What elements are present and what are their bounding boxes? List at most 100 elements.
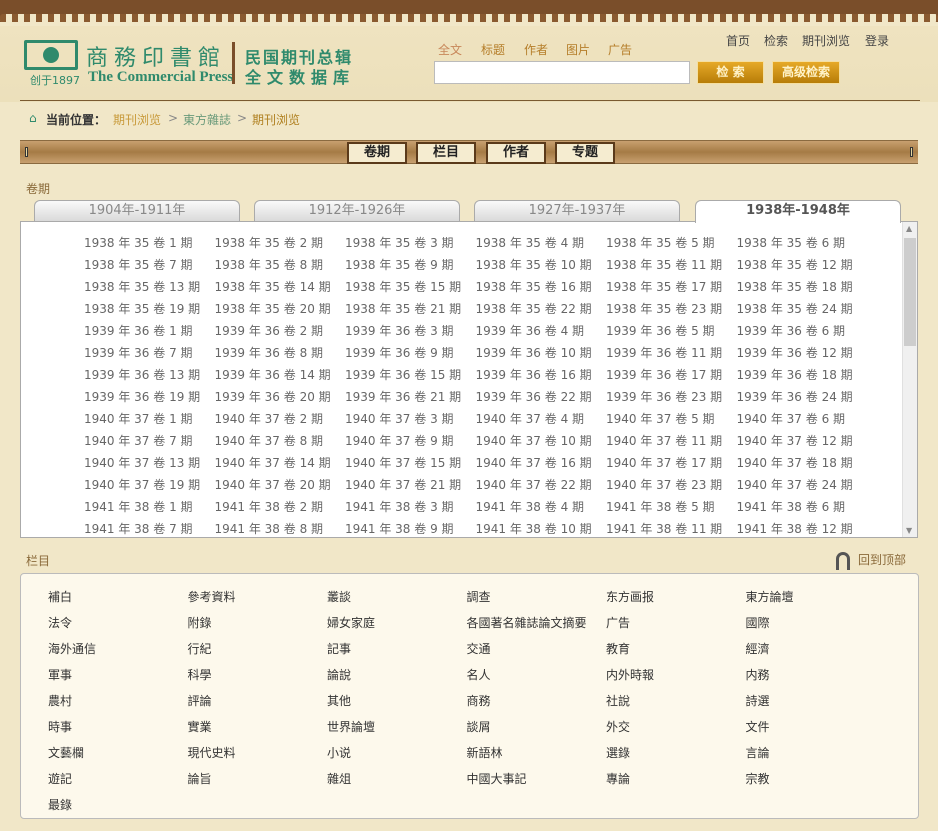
issue-link[interactable]: 1939 年 36 卷 22 期 <box>476 388 607 410</box>
column-link[interactable]: 補白 <box>48 588 188 614</box>
issue-link[interactable]: 1941 年 38 卷 6 期 <box>737 498 868 520</box>
column-link[interactable]: 文件 <box>746 718 886 744</box>
column-link[interactable]: 論說 <box>327 666 467 692</box>
issue-link[interactable]: 1938 年 35 卷 8 期 <box>215 256 346 278</box>
issue-link[interactable]: 1939 年 36 卷 24 期 <box>737 388 868 410</box>
issue-link[interactable]: 1941 年 38 卷 3 期 <box>345 498 476 520</box>
column-link[interactable]: 遊記 <box>48 770 188 796</box>
issue-link[interactable]: 1939 年 36 卷 4 期 <box>476 322 607 344</box>
issue-link[interactable]: 1938 年 35 卷 22 期 <box>476 300 607 322</box>
column-link[interactable]: 广告 <box>606 614 746 640</box>
issue-link[interactable]: 1940 年 37 卷 14 期 <box>215 454 346 476</box>
issue-link[interactable]: 1940 年 37 卷 16 期 <box>476 454 607 476</box>
column-link[interactable]: 行紀 <box>188 640 328 666</box>
issue-link[interactable]: 1939 年 36 卷 8 期 <box>215 344 346 366</box>
issue-link[interactable]: 1939 年 36 卷 1 期 <box>84 322 215 344</box>
column-link[interactable]: 專論 <box>606 770 746 796</box>
issue-link[interactable]: 1939 年 36 卷 3 期 <box>345 322 476 344</box>
column-link[interactable]: 世界論壇 <box>327 718 467 744</box>
issue-link[interactable]: 1938 年 35 卷 23 期 <box>606 300 737 322</box>
column-link[interactable]: 最錄 <box>48 796 188 822</box>
issue-link[interactable]: 1940 年 37 卷 20 期 <box>215 476 346 498</box>
issue-link[interactable]: 1941 年 38 卷 10 期 <box>476 520 607 537</box>
issue-link[interactable]: 1939 年 36 卷 7 期 <box>84 344 215 366</box>
column-link[interactable]: 小说 <box>327 744 467 770</box>
tab-volume[interactable]: 卷期 <box>347 142 407 164</box>
issue-link[interactable]: 1940 年 37 卷 12 期 <box>737 432 868 454</box>
column-link[interactable]: 名人 <box>467 666 607 692</box>
column-link[interactable]: 經濟 <box>746 640 886 666</box>
issue-link[interactable]: 1938 年 35 卷 1 期 <box>84 234 215 256</box>
column-link[interactable]: 東方論壇 <box>746 588 886 614</box>
scroll-down-icon[interactable]: ▼ <box>906 526 912 535</box>
column-link[interactable]: 言論 <box>746 744 886 770</box>
nav-home[interactable]: 首页 <box>726 32 750 49</box>
column-link[interactable]: 交通 <box>467 640 607 666</box>
column-link[interactable]: 現代史料 <box>188 744 328 770</box>
tab-topic[interactable]: 专题 <box>555 142 615 164</box>
column-link[interactable]: 參考資料 <box>188 588 328 614</box>
issue-link[interactable]: 1941 年 38 卷 1 期 <box>84 498 215 520</box>
issue-link[interactable]: 1940 年 37 卷 7 期 <box>84 432 215 454</box>
issue-link[interactable]: 1940 年 37 卷 11 期 <box>606 432 737 454</box>
column-link[interactable]: 國際 <box>746 614 886 640</box>
issue-link[interactable]: 1938 年 35 卷 3 期 <box>345 234 476 256</box>
issue-link[interactable]: 1940 年 37 卷 1 期 <box>84 410 215 432</box>
scrollbar[interactable]: ▲ ▼ <box>902 222 917 537</box>
issue-link[interactable]: 1940 年 37 卷 23 期 <box>606 476 737 498</box>
advanced-search-button[interactable]: 高级检索 <box>772 61 840 84</box>
search-type-title[interactable]: 标题 <box>481 41 505 58</box>
issue-link[interactable]: 1938 年 35 卷 16 期 <box>476 278 607 300</box>
issue-link[interactable]: 1938 年 35 卷 21 期 <box>345 300 476 322</box>
issue-link[interactable]: 1938 年 35 卷 12 期 <box>737 256 868 278</box>
period-tab-1927[interactable]: 1927年-1937年 <box>474 200 680 222</box>
nav-browse[interactable]: 期刊浏览 <box>802 32 850 49</box>
issue-link[interactable]: 1939 年 36 卷 6 期 <box>737 322 868 344</box>
column-link[interactable]: 科學 <box>188 666 328 692</box>
issue-link[interactable]: 1938 年 35 卷 18 期 <box>737 278 868 300</box>
issue-link[interactable]: 1938 年 35 卷 20 期 <box>215 300 346 322</box>
issue-link[interactable]: 1939 年 36 卷 16 期 <box>476 366 607 388</box>
column-link[interactable]: 教育 <box>606 640 746 666</box>
column-link[interactable]: 實業 <box>188 718 328 744</box>
column-link[interactable]: 法令 <box>48 614 188 640</box>
column-link[interactable]: 商務 <box>467 692 607 718</box>
column-link[interactable]: 海外通信 <box>48 640 188 666</box>
issue-link[interactable]: 1938 年 35 卷 13 期 <box>84 278 215 300</box>
issue-link[interactable]: 1940 年 37 卷 10 期 <box>476 432 607 454</box>
search-type-fulltext[interactable]: 全文 <box>438 41 462 58</box>
column-link[interactable]: 記事 <box>327 640 467 666</box>
issue-link[interactable]: 1941 年 38 卷 5 期 <box>606 498 737 520</box>
column-link[interactable]: 各國著名雜誌論文摘要 <box>467 614 607 640</box>
issue-link[interactable]: 1938 年 35 卷 6 期 <box>737 234 868 256</box>
column-link[interactable]: 調查 <box>467 588 607 614</box>
issue-link[interactable]: 1940 年 37 卷 3 期 <box>345 410 476 432</box>
issue-link[interactable]: 1940 年 37 卷 6 期 <box>737 410 868 432</box>
breadcrumb-browse[interactable]: 期刊浏览 <box>113 111 161 128</box>
issue-link[interactable]: 1939 年 36 卷 19 期 <box>84 388 215 410</box>
scroll-thumb[interactable] <box>904 238 916 346</box>
issue-link[interactable]: 1940 年 37 卷 17 期 <box>606 454 737 476</box>
column-link[interactable]: 軍事 <box>48 666 188 692</box>
column-link[interactable]: 附錄 <box>188 614 328 640</box>
issue-link[interactable]: 1940 年 37 卷 9 期 <box>345 432 476 454</box>
column-link[interactable]: 選錄 <box>606 744 746 770</box>
issue-link[interactable]: 1938 年 35 卷 2 期 <box>215 234 346 256</box>
period-tab-1904[interactable]: 1904年-1911年 <box>34 200 240 222</box>
issue-link[interactable]: 1938 年 35 卷 15 期 <box>345 278 476 300</box>
column-link[interactable]: 外交 <box>606 718 746 744</box>
issue-link[interactable]: 1941 年 38 卷 7 期 <box>84 520 215 537</box>
search-type-author[interactable]: 作者 <box>524 41 548 58</box>
issue-link[interactable]: 1941 年 38 卷 4 期 <box>476 498 607 520</box>
issue-link[interactable]: 1939 年 36 卷 14 期 <box>215 366 346 388</box>
nav-search[interactable]: 检索 <box>764 32 788 49</box>
issue-link[interactable]: 1940 年 37 卷 22 期 <box>476 476 607 498</box>
issue-link[interactable]: 1939 年 36 卷 11 期 <box>606 344 737 366</box>
issue-link[interactable]: 1940 年 37 卷 8 期 <box>215 432 346 454</box>
issue-link[interactable]: 1939 年 36 卷 23 期 <box>606 388 737 410</box>
column-link[interactable]: 宗教 <box>746 770 886 796</box>
column-link[interactable]: 内務 <box>746 666 886 692</box>
column-link[interactable]: 時事 <box>48 718 188 744</box>
column-link[interactable]: 評論 <box>188 692 328 718</box>
scroll-up-icon[interactable]: ▲ <box>906 224 912 233</box>
